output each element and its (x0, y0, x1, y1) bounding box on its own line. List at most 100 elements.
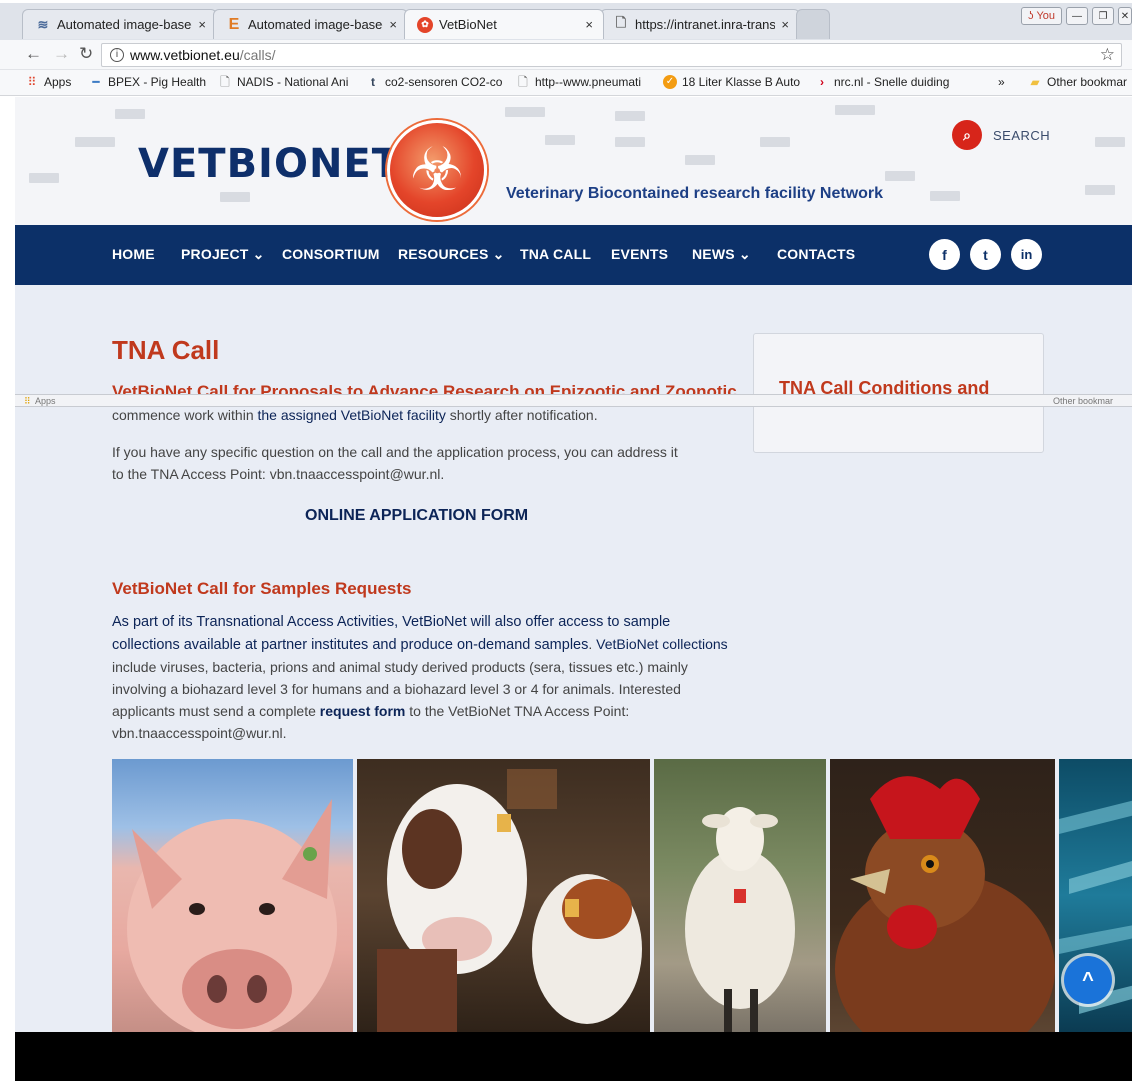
bpex-icon: ━ (92, 75, 100, 89)
tab-automated-image-1[interactable]: ≋ Automated image-based × (22, 9, 217, 39)
bookmark-label: http--www.pneumati (535, 75, 642, 89)
back-arrow-icon[interactable]: ← (25, 44, 42, 64)
header-bg-band (505, 107, 545, 117)
site-tagline: Veterinary Biocontained research facilit… (506, 185, 884, 202)
header-bg-band (885, 171, 915, 181)
nav-events[interactable]: EVENTS (611, 246, 668, 262)
nav-project[interactable]: PROJECT ⌄ (181, 246, 265, 263)
cows-image (357, 759, 650, 1032)
header-bg-band (75, 137, 115, 147)
glitch-other-text: Other bookmar (1053, 396, 1114, 406)
profile-button[interactable]: ʖ You (1020, 7, 1062, 25)
online-application-form-link[interactable]: ONLINE APPLICATION FORM (305, 507, 528, 525)
e-logo-icon: E (228, 15, 240, 33)
close-tab-icon[interactable]: × (585, 17, 593, 32)
biohazard-logo-icon[interactable]: ☣ (387, 120, 487, 220)
url-host: www.vetbionet.eu (130, 47, 240, 63)
tab-label: VetBioNet (439, 17, 497, 32)
new-tab-button[interactable] (796, 9, 830, 39)
forward-arrow-icon[interactable]: → (53, 44, 70, 64)
bookmark-label: NADIS - National Ani (237, 75, 349, 89)
nav-tna-call[interactable]: TNA CALL (520, 246, 591, 262)
header-bg-band (545, 135, 575, 145)
bookmark-nrc[interactable]: › nrc.nl - Snelle duiding (815, 75, 949, 89)
bookmark-co2[interactable]: t co2-sensoren CO2-co (366, 75, 502, 89)
bookmark-label: » (998, 75, 1005, 89)
tab-automated-image-2[interactable]: E Automated image-based × (213, 9, 408, 39)
header-bg-band (29, 173, 59, 183)
bookmark-apps[interactable]: ⠿ Apps (25, 75, 72, 89)
header-bg-band (115, 109, 145, 119)
nav-news[interactable]: NEWS ⌄ (692, 246, 751, 263)
bookmark-overflow[interactable]: » (998, 75, 1005, 89)
web-page: VETBIONET ☣ Veterinary Biocontained rese… (15, 97, 1132, 1032)
bookmark-label: co2-sensoren CO2-co (385, 75, 503, 89)
folder-icon: ▰ (1030, 75, 1040, 89)
browser-toolbar: ← → ↻ i www.vetbionet.eu/calls/ ☆ (0, 40, 1132, 70)
cows-illustration (377, 769, 642, 1032)
site-header: VETBIONET ☣ Veterinary Biocontained rese… (15, 97, 1132, 225)
bookmark-other[interactable]: ▰ Other bookmar (1028, 75, 1127, 89)
animal-image-strip (112, 759, 1132, 1032)
bookmark-pneumati[interactable]: 🗋 http--www.pneumati (516, 75, 641, 89)
nav-resources[interactable]: RESOURCES ⌄ (398, 246, 505, 263)
request-form-link[interactable]: request form (320, 703, 406, 719)
page-title: TNA Call (112, 335, 220, 365)
paragraph-text: commence work within (112, 407, 258, 423)
pig-image (112, 759, 353, 1032)
collections-link[interactable]: VetBioNet collections (596, 636, 728, 652)
proposal-paragraph-tail: commence work within the assigned VetBio… (112, 404, 732, 426)
facebook-icon[interactable]: f (929, 239, 960, 270)
nav-contacts[interactable]: CONTACTS (777, 246, 855, 262)
document-icon: 🗋 (615, 14, 627, 30)
tab-vetbionet[interactable]: ✿ VetBioNet × (404, 9, 604, 39)
nav-home[interactable]: HOME (112, 246, 155, 262)
restore-button[interactable]: ❐ (1092, 7, 1114, 25)
header-bg-band (220, 192, 250, 202)
linkedin-icon[interactable]: in (1011, 239, 1042, 270)
header-bg-band (1085, 185, 1115, 195)
info-icon[interactable]: i (110, 48, 124, 62)
header-bg-band (1095, 137, 1125, 147)
samples-paragraph: As part of its Transnational Access Acti… (112, 610, 737, 744)
glitch-apps-icon: ⠿ (24, 396, 31, 406)
bookmark-18-liter[interactable]: ✓ 18 Liter Klasse B Auto (663, 75, 800, 89)
address-bar[interactable]: i www.vetbionet.eu/calls/ ☆ (101, 43, 1122, 67)
bookmark-nadis[interactable]: 🗋 NADIS - National Ani (218, 75, 348, 89)
search-label[interactable]: SEARCH (993, 128, 1050, 143)
tab-intranet[interactable]: 🗋 https://intranet.inra-trans × (600, 9, 800, 39)
samples-lead-text: As part of its Transnational Access Acti… (112, 614, 671, 653)
bookmark-label: nrc.nl - Snelle duiding (834, 75, 950, 89)
nav-consortium[interactable]: CONSORTIUM (282, 246, 380, 262)
bookmarks-bar: ⠿ Apps ━ BPEX - Pig Health 🗋 NADIS - Nation… (0, 70, 1132, 96)
bookmark-label: BPEX - Pig Health (108, 75, 207, 89)
paragraph-text: shortly after notification. (445, 407, 598, 423)
header-bg-band (685, 155, 715, 165)
window-controls: ʖ You — ❐ ✕ (1020, 7, 1132, 25)
bookmark-label: 18 Liter Klasse B Auto (682, 75, 801, 89)
search-icon[interactable]: ⌕ (952, 120, 982, 150)
site-logo-text[interactable]: VETBIONET (138, 141, 400, 187)
header-bg-band (760, 137, 790, 147)
profile-icon: ʖ (1027, 10, 1034, 22)
vetbionet-favicon-icon: ✿ (417, 16, 433, 33)
twitter-icon[interactable]: t (970, 239, 1001, 270)
samples-requests-heading: VetBioNet Call for Samples Requests (112, 579, 412, 598)
tab-label: https://intranet.inra-trans (635, 17, 776, 32)
facility-link[interactable]: the assigned VetBioNet facility (258, 407, 446, 423)
minimize-button[interactable]: — (1066, 7, 1088, 25)
scroll-to-top-button[interactable]: ^ (1064, 956, 1112, 1004)
reload-icon[interactable]: ↻ (79, 44, 93, 64)
close-tab-icon[interactable]: × (389, 17, 397, 32)
document-icon: 🗋 (518, 75, 528, 89)
bookmark-label: Other bookmar (1047, 75, 1128, 89)
header-bg-band (615, 137, 645, 147)
close-tab-icon[interactable]: × (781, 17, 789, 32)
close-window-button[interactable]: ✕ (1118, 7, 1132, 25)
bookmark-star-icon[interactable]: ☆ (1100, 45, 1115, 65)
paragraph-text: . (588, 636, 597, 652)
main-navigation: HOME PROJECT ⌄ CONSORTIUM RESOURCES ⌄ TN… (15, 225, 1132, 285)
bookmark-bpex[interactable]: ━ BPEX - Pig Health (89, 75, 206, 89)
close-tab-icon[interactable]: × (198, 17, 206, 32)
bookmark-label: Apps (44, 75, 72, 89)
